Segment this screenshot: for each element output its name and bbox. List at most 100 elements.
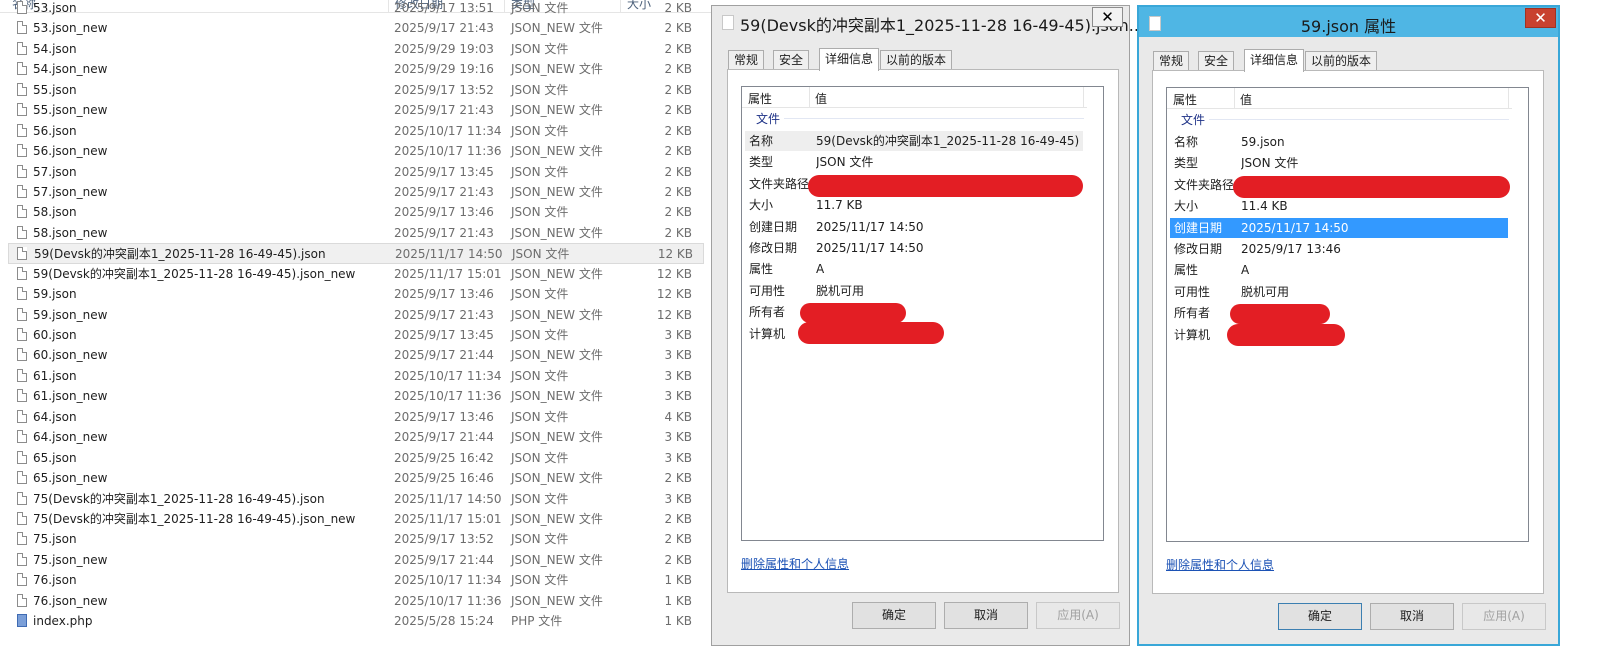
file-size: 2 KB <box>664 82 692 97</box>
property-column-header[interactable]: 属性 <box>748 90 772 107</box>
file-row[interactable]: 57.json 2025/9/17 13:45 JSON 文件 2 KB <box>0 162 740 182</box>
property-row[interactable]: 类型 JSON 文件 <box>745 152 1083 172</box>
ok-button[interactable]: 确定 <box>852 602 936 629</box>
file-date: 2025/10/17 11:34 <box>394 573 502 588</box>
property-column-header[interactable]: 属性 <box>1173 91 1197 108</box>
remove-properties-link[interactable]: 删除属性和个人信息 <box>1166 556 1274 573</box>
tab-details[interactable]: 详细信息 <box>1244 49 1305 72</box>
file-row[interactable]: 64.json_new 2025/9/17 21:44 JSON_NEW 文件 3 K… <box>0 427 740 447</box>
property-row[interactable]: 所有者 <box>745 302 1083 322</box>
remove-properties-link[interactable]: 删除属性和个人信息 <box>741 555 849 572</box>
property-row[interactable]: 可用性 脱机可用 <box>1170 282 1508 302</box>
file-size: 12 KB <box>656 307 692 322</box>
file-row[interactable]: 59(Devsk的冲突副本1_2025-11-28 16-49-45).json… <box>8 243 704 264</box>
file-row[interactable]: 61.json 2025/10/17 11:34 JSON 文件 3 KB <box>0 366 740 386</box>
property-key: 文件夹路径 <box>1174 177 1235 192</box>
file-icon <box>17 593 27 607</box>
property-row[interactable]: 大小 11.7 KB <box>745 195 1083 215</box>
property-value: 2025/11/17 14:50 <box>816 219 924 234</box>
property-row[interactable]: 类型 JSON 文件 <box>1170 153 1508 173</box>
file-row[interactable]: 59.json 2025/9/17 13:46 JSON 文件 12 KB <box>0 284 740 304</box>
file-date: 2025/9/29 19:16 <box>394 62 494 77</box>
file-row[interactable]: 56.json_new 2025/10/17 11:36 JSON_NEW 文件 2 … <box>0 141 740 161</box>
file-size: 2 KB <box>664 205 692 220</box>
file-row[interactable]: 54.json_new 2025/9/29 19:16 JSON_NEW 文件 2 K… <box>0 59 740 79</box>
file-row[interactable]: 53.json 2025/9/17 13:51 JSON 文件 2 KB <box>0 0 740 18</box>
file-row[interactable]: 75.json 2025/9/17 13:52 JSON 文件 2 KB <box>0 529 740 549</box>
cancel-button[interactable]: 取消 <box>944 602 1028 629</box>
tab-security[interactable]: 安全 <box>1198 51 1235 71</box>
file-row[interactable]: 75(Devsk的冲突副本1_2025-11-28 16-49-45).json… <box>0 489 740 509</box>
file-row[interactable]: 65.json_new 2025/9/25 16:46 JSON_NEW 文件 2 K… <box>0 468 740 488</box>
file-row[interactable]: 59(Devsk的冲突副本1_2025-11-28 16-49-45).json… <box>0 264 740 284</box>
property-row[interactable]: 所有者 <box>1170 303 1508 323</box>
file-type: JSON_NEW 文件 <box>511 511 603 526</box>
file-date: 2025/9/25 16:46 <box>394 471 494 486</box>
file-date: 2025/9/25 16:42 <box>394 450 494 465</box>
file-size: 2 KB <box>664 552 692 567</box>
tab-general[interactable]: 常规 <box>1153 51 1190 71</box>
file-row[interactable]: 60.json_new 2025/9/17 21:44 JSON_NEW 文件 3 K… <box>0 345 740 365</box>
property-row[interactable]: 属性 A <box>1170 260 1508 280</box>
file-row[interactable]: 64.json 2025/9/17 13:46 JSON 文件 4 KB <box>0 407 740 427</box>
file-row[interactable]: 65.json 2025/9/25 16:42 JSON 文件 3 KB <box>0 448 740 468</box>
file-list: 53.json 2025/9/17 13:51 JSON 文件 2 KB 53.json… <box>0 0 740 632</box>
property-row[interactable]: 名称 59.json <box>1170 132 1508 152</box>
apply-button[interactable]: 应用(A) <box>1036 602 1120 629</box>
file-size: 12 KB <box>656 266 692 281</box>
file-row[interactable]: index.php 2025/5/28 15:24 PHP 文件 1 KB <box>0 611 740 631</box>
property-value: 59(Devsk的冲突副本1_2025-11-28 16-49-45).j... <box>816 134 1080 148</box>
file-row[interactable]: 53.json_new 2025/9/17 21:43 JSON_NEW 文件 2 K… <box>0 18 740 38</box>
file-row[interactable]: 76.json_new 2025/10/17 11:36 JSON_NEW 文件 1 … <box>0 591 740 611</box>
property-value: A <box>816 262 825 277</box>
property-row[interactable]: 大小 11.4 KB <box>1170 196 1508 216</box>
file-name: 76.json <box>33 573 77 588</box>
value-column-header[interactable]: 值 <box>815 90 827 107</box>
property-row[interactable]: 属性 A <box>745 259 1083 279</box>
file-row[interactable]: 60.json 2025/9/17 13:45 JSON 文件 3 KB <box>0 325 740 345</box>
property-row[interactable]: 名称 59(Devsk的冲突副本1_2025-11-28 16-49-45).j.… <box>745 131 1083 151</box>
file-row[interactable]: 76.json 2025/10/17 11:34 JSON 文件 1 KB <box>0 570 740 590</box>
file-row[interactable]: 75.json_new 2025/9/17 21:44 JSON_NEW 文件 2 K… <box>0 550 740 570</box>
file-icon <box>17 328 27 341</box>
file-type: JSON_NEW 文件 <box>511 430 603 445</box>
tab-details[interactable]: 详细信息 <box>819 48 880 71</box>
file-icon <box>17 205 27 219</box>
file-row[interactable]: 56.json 2025/10/17 11:34 JSON 文件 2 KB <box>0 121 740 141</box>
value-column-header[interactable]: 值 <box>1240 91 1252 108</box>
property-table-header: 属性 值 <box>1167 88 1512 109</box>
file-row[interactable]: 55.json 2025/9/17 13:52 JSON 文件 2 KB <box>0 80 740 100</box>
details-page: 属性 值 文件 名称 59.json 类型 JSON 文件 文件夹路径 大小 11.4 KB… <box>1152 70 1544 594</box>
property-row[interactable]: 创建日期 2025/11/17 14:50 <box>745 217 1083 237</box>
cancel-button[interactable]: 取消 <box>1370 603 1454 630</box>
tab-previous-versions[interactable]: 以前的版本 <box>880 50 953 70</box>
property-row[interactable]: 创建日期 2025/11/17 14:50 <box>1170 217 1508 238</box>
property-row[interactable]: 修改日期 2025/9/17 13:46 <box>1170 239 1508 259</box>
close-button[interactable]: ✕ <box>1525 8 1556 28</box>
file-row[interactable]: 61.json_new 2025/10/17 11:36 JSON_NEW 文件 3 … <box>0 386 740 406</box>
property-row[interactable]: 可用性 脱机可用 <box>745 281 1083 301</box>
file-row[interactable]: 75(Devsk的冲突副本1_2025-11-28 16-49-45).json… <box>0 509 740 529</box>
file-row[interactable]: 58.json 2025/9/17 13:46 JSON 文件 2 KB <box>0 202 740 222</box>
property-row[interactable]: 修改日期 2025/11/17 14:50 <box>745 238 1083 258</box>
close-button[interactable]: ✕ <box>1092 7 1123 27</box>
file-row[interactable]: 55.json_new 2025/9/17 21:43 JSON_NEW 文件 2 K… <box>0 100 740 120</box>
dialog-titlebar[interactable]: 59.json 属性 ✕ <box>1139 7 1558 37</box>
property-value: 11.7 KB <box>816 198 863 213</box>
file-type: JSON_NEW 文件 <box>511 62 603 77</box>
file-row[interactable]: 54.json 2025/9/29 19:03 JSON 文件 2 KB <box>0 39 740 59</box>
dialog-titlebar[interactable]: 59(Devsk的冲突副本1_2025-11-28 16-49-45).json… <box>712 6 1144 36</box>
tab-previous-versions[interactable]: 以前的版本 <box>1305 51 1378 71</box>
file-size: 2 KB <box>664 123 692 138</box>
file-row[interactable]: 58.json_new 2025/9/17 21:43 JSON_NEW 文件 2 K… <box>0 223 740 243</box>
apply-button[interactable]: 应用(A) <box>1462 603 1546 630</box>
file-size: 3 KB <box>664 450 692 465</box>
file-row[interactable]: 59.json_new 2025/9/17 21:43 JSON_NEW 文件 12 … <box>0 305 740 325</box>
tab-security[interactable]: 安全 <box>773 50 810 70</box>
file-row[interactable]: 57.json_new 2025/9/17 21:43 JSON_NEW 文件 2 K… <box>0 182 740 202</box>
property-value: 2025/9/17 13:46 <box>1241 242 1341 256</box>
ok-button[interactable]: 确定 <box>1278 603 1362 630</box>
tab-general[interactable]: 常规 <box>728 50 765 70</box>
file-icon <box>17 430 27 444</box>
file-size: 2 KB <box>664 225 692 240</box>
